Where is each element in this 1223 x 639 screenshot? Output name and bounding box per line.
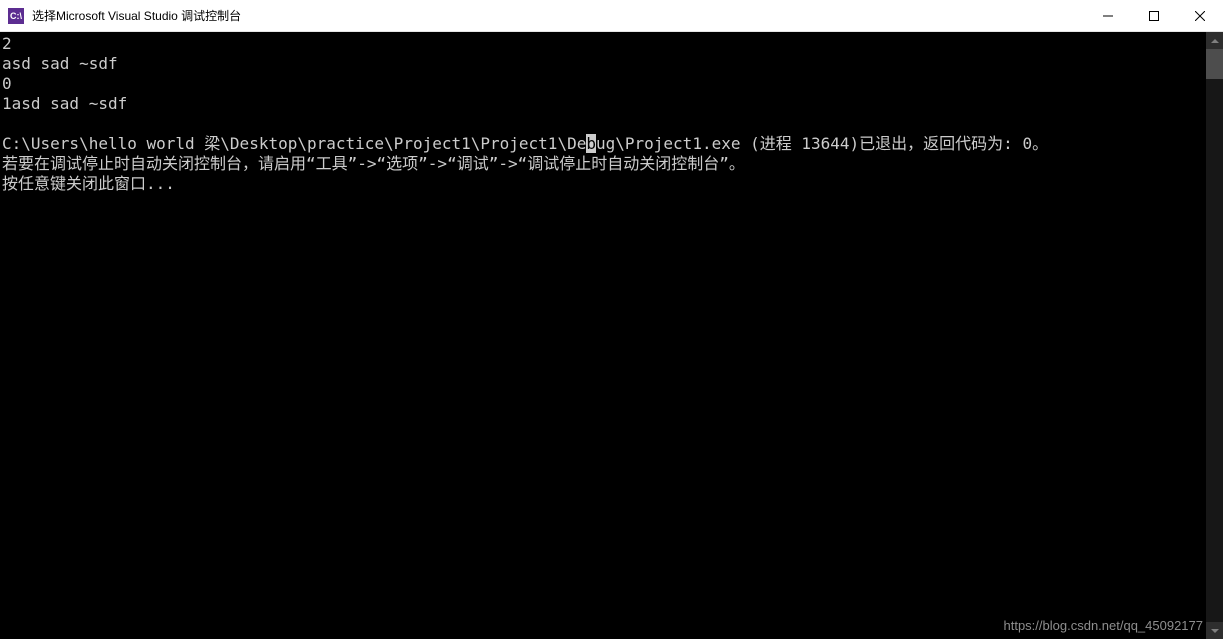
console-line: 按任意键关闭此窗口...	[2, 174, 1206, 194]
console-line: 若要在调试停止时自动关闭控制台，请启用“工具”->“选项”->“调试”->“调试…	[2, 154, 1206, 174]
minimize-button[interactable]	[1085, 0, 1131, 31]
titlebar: C:\ 选择Microsoft Visual Studio 调试控制台	[0, 0, 1223, 32]
window-controls	[1085, 0, 1223, 31]
chevron-down-icon	[1211, 629, 1219, 633]
scroll-up-button[interactable]	[1206, 32, 1223, 49]
console-area: 2asd sad ~sdf01asd sad ~sdf C:\Users\hel…	[0, 32, 1223, 639]
vertical-scrollbar[interactable]	[1206, 32, 1223, 639]
maximize-icon	[1149, 11, 1159, 21]
scroll-thumb[interactable]	[1206, 49, 1223, 79]
chevron-up-icon	[1211, 39, 1219, 43]
console-line: 2	[2, 34, 1206, 54]
console-output[interactable]: 2asd sad ~sdf01asd sad ~sdf C:\Users\hel…	[0, 32, 1206, 639]
console-line: 1asd sad ~sdf	[2, 94, 1206, 114]
scroll-down-button[interactable]	[1206, 622, 1223, 639]
minimize-icon	[1103, 11, 1113, 21]
console-line: asd sad ~sdf	[2, 54, 1206, 74]
window-title: 选择Microsoft Visual Studio 调试控制台	[32, 7, 241, 24]
text-cursor: b	[586, 134, 596, 153]
titlebar-left: C:\ 选择Microsoft Visual Studio 调试控制台	[8, 7, 241, 24]
maximize-button[interactable]	[1131, 0, 1177, 31]
console-line: C:\Users\hello world 梁\Desktop\practice\…	[2, 134, 1206, 154]
app-icon: C:\	[8, 8, 24, 24]
console-line: 0	[2, 74, 1206, 94]
close-icon	[1195, 11, 1205, 21]
console-line	[2, 114, 1206, 134]
close-button[interactable]	[1177, 0, 1223, 31]
